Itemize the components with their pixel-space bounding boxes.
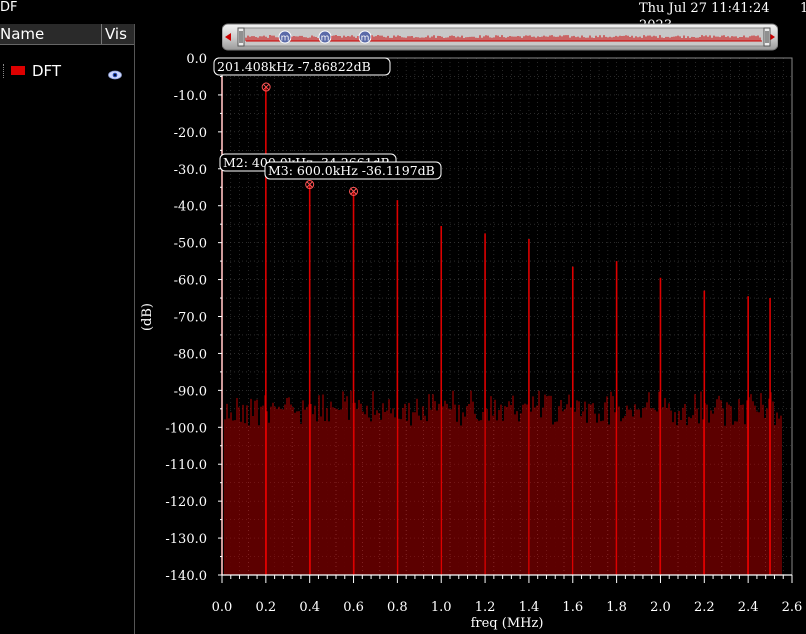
y-tick-label: -130.0 — [165, 532, 207, 547]
x-tick-label: 0.0 — [212, 600, 233, 615]
marker-1[interactable]: 201.408kHz -7.86822dB — [213, 57, 391, 92]
marker-label-text: M3: 600.0kHz -36.1197dB — [268, 163, 435, 178]
x-tick-label: 1.4 — [519, 600, 540, 615]
y-tick-label: -10.0 — [174, 89, 207, 104]
y-tick-label: -60.0 — [174, 274, 207, 289]
y-tick-label: -30.0 — [174, 163, 207, 178]
x-axis-label: freq (MHz) — [471, 616, 544, 631]
x-tick-label: 2.0 — [650, 600, 671, 615]
y-tick-label: -110.0 — [165, 458, 207, 473]
x-tick-label: 0.4 — [299, 600, 320, 615]
x-tick-label: 2.4 — [738, 600, 759, 615]
y-tick-label: -80.0 — [174, 347, 207, 362]
x-tick-label: 1.8 — [606, 600, 627, 615]
x-tick-label: 1.0 — [431, 600, 452, 615]
x-tick-label: 1.6 — [562, 600, 583, 615]
y-axis-label: (dB) — [140, 303, 155, 331]
marker-label-text: 201.408kHz -7.86822dB — [217, 59, 371, 74]
y-tick-label: -40.0 — [174, 200, 207, 215]
y-tick-label: -100.0 — [165, 421, 207, 436]
y-tick-label: -140.0 — [165, 569, 207, 584]
y-tick-label: 0.0 — [186, 52, 207, 67]
x-tick-label: 0.8 — [387, 600, 408, 615]
x-tick-label: 0.2 — [256, 600, 277, 615]
marker-3[interactable]: M3: 600.0kHz -36.1197dB — [264, 161, 442, 196]
x-tick-label: 2.2 — [694, 600, 715, 615]
y-tick-label: -70.0 — [174, 311, 207, 326]
x-tick-label: 0.6 — [343, 600, 364, 615]
y-tick-label: -120.0 — [165, 495, 207, 510]
x-tick-label: 1.2 — [475, 600, 496, 615]
y-tick-label: -20.0 — [174, 126, 207, 141]
x-tick-label: 2.6 — [782, 600, 803, 615]
y-tick-label: -90.0 — [174, 384, 207, 399]
spectrum-plot[interactable]: 0.0 -10.0 -20.0 -30.0 -40.0 -50.0 -60.0 -70.0 -8… — [0, 0, 806, 634]
y-tick-label: -50.0 — [174, 237, 207, 252]
